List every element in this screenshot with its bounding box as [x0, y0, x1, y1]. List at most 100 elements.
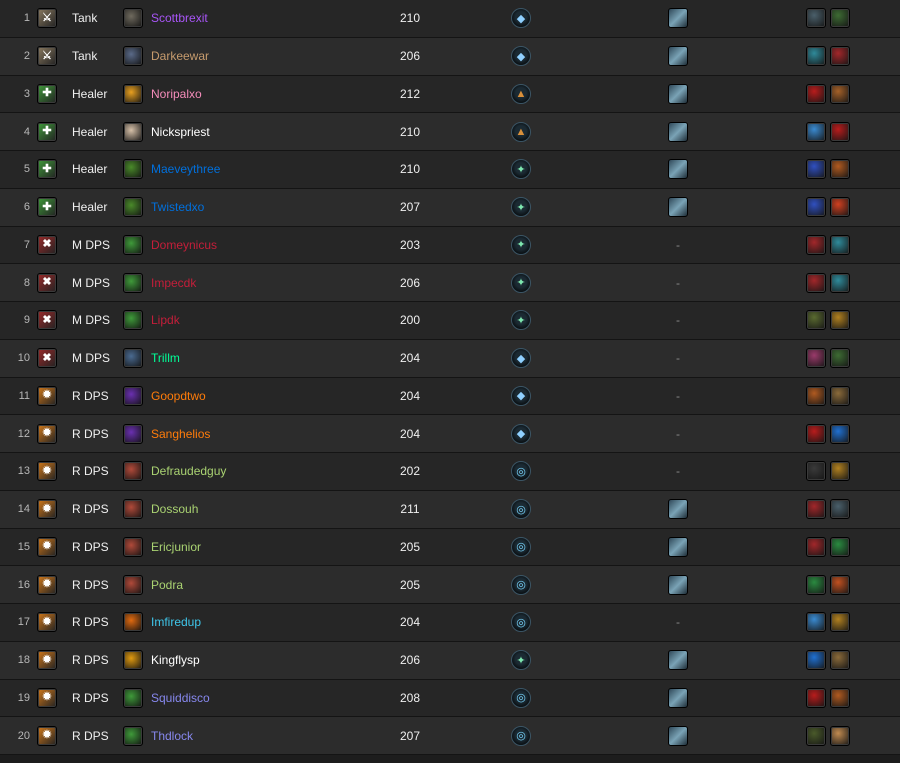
- item-icon[interactable]: [830, 272, 850, 293]
- legendary-item-icon[interactable]: [668, 197, 688, 218]
- item-icon[interactable]: [806, 574, 826, 595]
- item-icon[interactable]: [806, 725, 826, 746]
- legendary-item-icon[interactable]: [668, 8, 688, 29]
- table-row[interactable]: 7 ✖ M DPS Domeynicus 203 ✦ -: [0, 226, 900, 265]
- item-icon[interactable]: [830, 234, 850, 255]
- item-icon[interactable]: [806, 46, 826, 67]
- legendary-item-icon[interactable]: [668, 159, 688, 180]
- item-icon[interactable]: [806, 536, 826, 557]
- table-row[interactable]: 1 ⚔ Tank Scottbrexit 210 ◆: [0, 0, 900, 38]
- table-row[interactable]: 17 ✹ R DPS Imfiredup 204 ◎ -: [0, 604, 900, 642]
- legendary-item-icon[interactable]: [668, 499, 688, 520]
- item-icon[interactable]: [806, 348, 826, 369]
- item-icon[interactable]: [830, 159, 850, 180]
- character-name-link[interactable]: Squiddisco: [151, 680, 371, 717]
- legendary-item-icon[interactable]: [668, 536, 688, 557]
- character-name-link[interactable]: Darkeewar: [151, 38, 371, 75]
- item-icon[interactable]: [806, 423, 826, 444]
- character-name-link[interactable]: Noripalxo: [151, 76, 371, 113]
- legendary-item-icon[interactable]: [668, 83, 688, 104]
- item-icon[interactable]: [806, 461, 826, 482]
- venthyr-icon[interactable]: ▲: [511, 121, 531, 142]
- necrolord-icon[interactable]: ◎: [511, 574, 531, 595]
- legendary-item-icon[interactable]: [668, 725, 688, 746]
- table-row[interactable]: 6 ✚ Healer Twistedxo 207 ✦: [0, 188, 900, 227]
- item-icon[interactable]: [806, 83, 826, 104]
- item-icon[interactable]: [830, 725, 850, 746]
- necrolord-icon[interactable]: ◎: [511, 499, 531, 520]
- night-fae-icon[interactable]: ✦: [511, 310, 531, 331]
- character-name-link[interactable]: Thdlock: [151, 717, 371, 754]
- item-icon[interactable]: [830, 574, 850, 595]
- item-icon[interactable]: [830, 121, 850, 142]
- night-fae-icon[interactable]: ✦: [511, 650, 531, 671]
- item-icon[interactable]: [806, 121, 826, 142]
- character-name-link[interactable]: Twistedxo: [151, 189, 371, 226]
- table-row[interactable]: 20 ✹ R DPS Thdlock 207 ◎: [0, 717, 900, 755]
- legendary-item-icon[interactable]: [668, 574, 688, 595]
- table-row[interactable]: 11 ✹ R DPS Goopdtwo 204 ◆ -: [0, 377, 900, 416]
- character-name-link[interactable]: Ericjunior: [151, 529, 371, 566]
- character-name-link[interactable]: Defraudedguy: [151, 453, 371, 490]
- night-fae-icon[interactable]: ✦: [511, 272, 531, 293]
- character-name-link[interactable]: Dossouh: [151, 491, 371, 528]
- character-name-link[interactable]: Lipdk: [151, 302, 371, 339]
- kyrian-icon[interactable]: ◆: [511, 385, 531, 406]
- legendary-item-icon[interactable]: [668, 46, 688, 67]
- item-icon[interactable]: [806, 310, 826, 331]
- item-icon[interactable]: [806, 234, 826, 255]
- item-icon[interactable]: [806, 650, 826, 671]
- kyrian-icon[interactable]: ◆: [511, 46, 531, 67]
- character-name-link[interactable]: Scottbrexit: [151, 0, 371, 37]
- item-icon[interactable]: [830, 612, 850, 633]
- character-name-link[interactable]: Podra: [151, 566, 371, 603]
- item-icon[interactable]: [806, 159, 826, 180]
- character-name-link[interactable]: Domeynicus: [151, 227, 371, 264]
- item-icon[interactable]: [806, 499, 826, 520]
- item-icon[interactable]: [830, 650, 850, 671]
- night-fae-icon[interactable]: ✦: [511, 197, 531, 218]
- table-row[interactable]: 12 ✹ R DPS Sanghelios 204 ◆ -: [0, 415, 900, 453]
- table-row[interactable]: 19 ✹ R DPS Squiddisco 208 ◎: [0, 679, 900, 718]
- table-row[interactable]: 13 ✹ R DPS Defraudedguy 202 ◎ -: [0, 453, 900, 491]
- table-row[interactable]: 3 ✚ Healer Noripalxo 212 ▲: [0, 75, 900, 114]
- venthyr-icon[interactable]: ▲: [511, 83, 531, 104]
- item-icon[interactable]: [806, 8, 826, 29]
- table-row[interactable]: 5 ✚ Healer Maeveythree 210 ✦: [0, 151, 900, 189]
- character-name-link[interactable]: Maeveythree: [151, 151, 371, 188]
- night-fae-icon[interactable]: ✦: [511, 234, 531, 255]
- item-icon[interactable]: [806, 197, 826, 218]
- item-icon[interactable]: [830, 536, 850, 557]
- legendary-item-icon[interactable]: [668, 687, 688, 708]
- character-name-link[interactable]: Nickspriest: [151, 113, 371, 150]
- table-row[interactable]: 2 ⚔ Tank Darkeewar 206 ◆: [0, 37, 900, 76]
- character-name-link[interactable]: Trillm: [151, 340, 371, 377]
- night-fae-icon[interactable]: ✦: [511, 159, 531, 180]
- item-icon[interactable]: [830, 8, 850, 29]
- item-icon[interactable]: [806, 687, 826, 708]
- item-icon[interactable]: [830, 499, 850, 520]
- table-row[interactable]: 18 ✹ R DPS Kingflysp 206 ✦: [0, 641, 900, 680]
- necrolord-icon[interactable]: ◎: [511, 687, 531, 708]
- necrolord-icon[interactable]: ◎: [511, 725, 531, 746]
- kyrian-icon[interactable]: ◆: [511, 348, 531, 369]
- table-row[interactable]: 10 ✖ M DPS Trillm 204 ◆ -: [0, 339, 900, 378]
- item-icon[interactable]: [830, 197, 850, 218]
- necrolord-icon[interactable]: ◎: [511, 536, 531, 557]
- legendary-item-icon[interactable]: [668, 121, 688, 142]
- item-icon[interactable]: [830, 46, 850, 67]
- character-name-link[interactable]: Goopdtwo: [151, 378, 371, 415]
- character-name-link[interactable]: Impecdk: [151, 264, 371, 301]
- character-name-link[interactable]: Kingflysp: [151, 642, 371, 679]
- character-name-link[interactable]: Imfiredup: [151, 604, 371, 641]
- necrolord-icon[interactable]: ◎: [511, 461, 531, 482]
- item-icon[interactable]: [830, 423, 850, 444]
- item-icon[interactable]: [830, 461, 850, 482]
- table-row[interactable]: 9 ✖ M DPS Lipdk 200 ✦ -: [0, 302, 900, 340]
- item-icon[interactable]: [806, 612, 826, 633]
- necrolord-icon[interactable]: ◎: [511, 612, 531, 633]
- table-row[interactable]: 8 ✖ M DPS Impecdk 206 ✦ -: [0, 264, 900, 302]
- kyrian-icon[interactable]: ◆: [511, 423, 531, 444]
- item-icon[interactable]: [830, 310, 850, 331]
- item-icon[interactable]: [830, 385, 850, 406]
